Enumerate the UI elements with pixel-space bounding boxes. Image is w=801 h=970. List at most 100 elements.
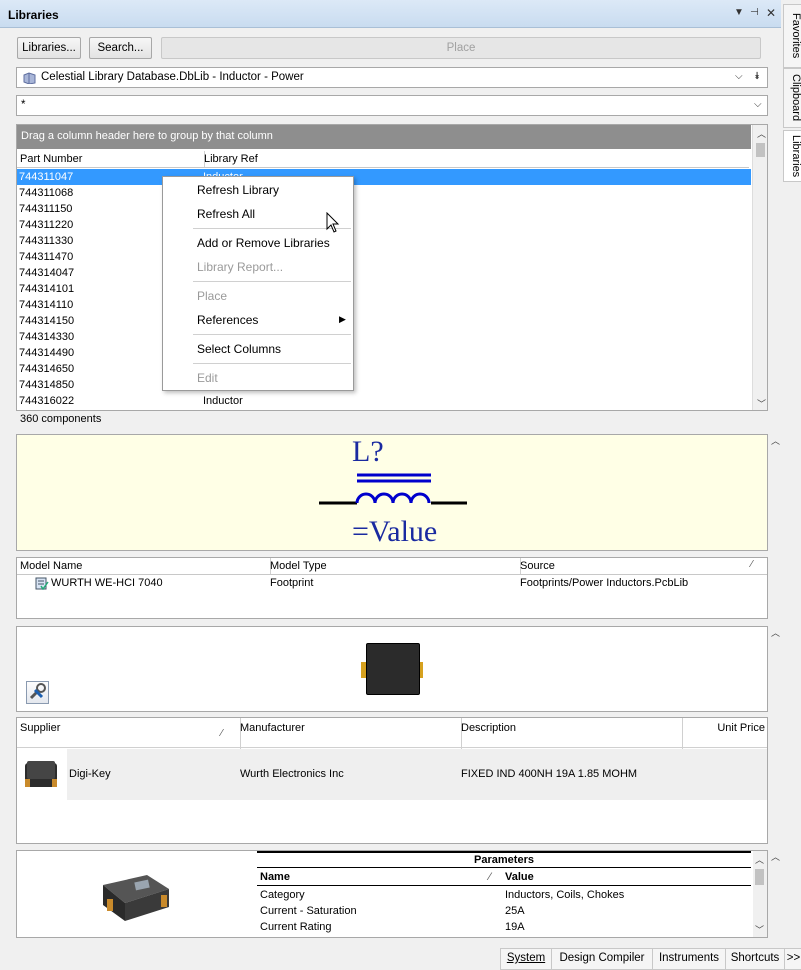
column-header-source[interactable]: Source [517, 558, 770, 574]
menu-item-library-report[interactable]: Library Report... [197, 258, 283, 276]
table-row[interactable]: 744311470 [17, 249, 73, 265]
menu-item-references[interactable]: References [197, 311, 258, 329]
bottom-tab-shortcuts[interactable]: Shortcuts [725, 948, 785, 970]
collapse-icon[interactable]: ︿ [771, 434, 780, 447]
submenu-arrow-icon: ▶ [339, 314, 346, 324]
column-header-supplier[interactable]: Supplier [17, 718, 241, 750]
parameter-row[interactable]: Current Rating 19A [257, 919, 751, 935]
table-row[interactable]: 744314490 [17, 345, 74, 361]
bottom-tab-instruments[interactable]: Instruments [652, 948, 726, 970]
table-row[interactable]: 744314047 [17, 265, 74, 281]
column-header-unit-price[interactable]: Unit Price [679, 718, 767, 748]
column-header-manufacturer[interactable]: Manufacturer [237, 718, 462, 750]
supplier-panel: Supplier ⁄ Manufacturer Description Unit… [16, 717, 768, 844]
parameter-row[interactable]: Category Inductors, Coils, Chokes [257, 887, 751, 903]
column-header-description[interactable]: Description [458, 718, 683, 750]
parameter-row[interactable]: Current - Saturation 25A [257, 903, 751, 919]
group-by-bar[interactable]: Drag a column header here to group by th… [17, 125, 751, 149]
column-header-value[interactable]: Value [505, 869, 534, 886]
inductor-symbol-icon [319, 473, 467, 505]
grid-scrollbar[interactable]: ︿ ﹀ [752, 125, 767, 410]
model-row[interactable]: WURTH WE-HCI 7040 Footprint Footprints/P… [17, 575, 767, 591]
footprint-preview [16, 626, 768, 712]
table-row[interactable]: 744314330 [17, 329, 74, 345]
scroll-thumb[interactable] [755, 869, 764, 885]
bottom-tab-system[interactable]: System [500, 948, 552, 970]
supplier-name: Digi-Key [69, 768, 111, 780]
supplier-row[interactable]: Digi-Key Wurth Electronics Inc FIXED IND… [17, 749, 767, 800]
libraries-button[interactable]: Libraries... [17, 37, 81, 59]
sort-icon: ⁄ [489, 871, 491, 883]
manufacturer-name: Wurth Electronics Inc [240, 768, 344, 780]
supplier-header: Supplier ⁄ Manufacturer Description Unit… [17, 718, 767, 750]
table-row[interactable]: 744316022 Inductor [17, 393, 751, 409]
parameters-scrollbar[interactable]: ︿ ﹀ [753, 851, 767, 937]
symbol-preview: L? =Value [16, 434, 768, 551]
table-row[interactable]: 744314101 [17, 281, 74, 297]
grid-header: Part Number Library Ref [17, 151, 753, 168]
chevron-down-icon[interactable]: ⌵ [754, 99, 762, 110]
scroll-down-icon[interactable]: ﹀ [757, 397, 766, 410]
context-menu: Refresh Library Refresh All Add or Remov… [162, 176, 354, 391]
table-row[interactable]: 744314110 [17, 297, 73, 313]
column-header-model-name[interactable]: Model Name [17, 558, 271, 574]
table-row[interactable]: 744311068 [17, 185, 73, 201]
parameter-name: Current Rating [260, 921, 332, 933]
scroll-down-icon[interactable]: ﹀ [755, 923, 764, 936]
library-select[interactable]: Celestial Library Database.DbLib - Induc… [16, 67, 768, 88]
sort-icon: ⁄ [751, 559, 753, 570]
scroll-up-icon[interactable]: ︿ [757, 127, 766, 140]
filter-value: * [21, 99, 26, 111]
menu-item-place[interactable]: Place [197, 287, 227, 305]
table-row[interactable]: 744314850 [17, 377, 74, 393]
panel-menu-icon[interactable]: ▼ [734, 7, 744, 18]
column-header-library-ref[interactable]: Library Ref [201, 151, 753, 167]
bottom-tab-more[interactable]: >> [784, 948, 801, 970]
parameters-title: Parameters [257, 851, 751, 868]
parameter-value: Inductors, Coils, Chokes [505, 889, 625, 901]
menu-item-add-remove-libraries[interactable]: Add or Remove Libraries [197, 234, 330, 252]
parameter-name: Category [260, 889, 305, 901]
bottom-tab-design-compiler[interactable]: Design Compiler [551, 948, 653, 970]
sort-icon: ⁄ [221, 728, 223, 739]
panel-title: Libraries [8, 8, 59, 22]
scroll-thumb[interactable] [756, 143, 765, 157]
parameters-table: Parameters Name ⁄ Value Category Inducto… [257, 851, 751, 937]
table-row[interactable]: 744311150 [17, 201, 72, 217]
library-menu-icon[interactable]: ⯯ [754, 71, 760, 82]
side-tab-libraries[interactable]: Libraries [783, 130, 801, 182]
models-header: Model Name Model Type Source ⁄ [17, 558, 767, 575]
close-icon[interactable]: ✕ [766, 6, 776, 20]
menu-item-select-columns[interactable]: Select Columns [197, 340, 281, 358]
side-tab-clipboard[interactable]: Clipboard [783, 68, 801, 128]
column-header-part-number[interactable]: Part Number [17, 151, 205, 167]
menu-item-refresh-library[interactable]: Refresh Library [197, 181, 279, 199]
scroll-up-icon[interactable]: ︿ [755, 853, 764, 866]
parameters-header: Name ⁄ Value [257, 869, 751, 886]
column-header-name[interactable]: Name [260, 869, 290, 886]
table-row[interactable]: 744314650 [17, 361, 74, 377]
side-tab-favorites[interactable]: Favorites [783, 4, 801, 68]
grid-rows: 744311047Inductor 744311068 744311150 74… [17, 169, 751, 409]
part-description: FIXED IND 400NH 19A 1.85 MOHM [461, 768, 638, 780]
model-name: WURTH WE-HCI 7040 [51, 577, 163, 589]
part-photo [17, 749, 67, 800]
table-row[interactable]: 744314150 [17, 313, 74, 329]
chevron-down-icon[interactable]: ⌵ [735, 71, 743, 82]
search-button[interactable]: Search... [89, 37, 152, 59]
panel-title-bar: Libraries ▼ ⊣ ✕ [0, 0, 781, 28]
filter-input[interactable]: * ⌵ [16, 95, 768, 116]
column-header-model-type[interactable]: Model Type [267, 558, 521, 574]
mouse-cursor-icon [326, 212, 340, 233]
models-panel: Model Name Model Type Source ⁄ WURTH WE-… [16, 557, 768, 619]
collapse-icon[interactable]: ︿ [771, 626, 780, 639]
table-row[interactable]: 744311047Inductor [17, 169, 751, 185]
table-row[interactable]: 744311220 [17, 217, 73, 233]
collapse-icon[interactable]: ︿ [771, 850, 780, 863]
pin-icon[interactable]: ⊣ [750, 7, 759, 18]
menu-item-edit[interactable]: Edit [197, 369, 218, 387]
table-row[interactable]: 744311330 [17, 233, 73, 249]
menu-item-refresh-all[interactable]: Refresh All [197, 205, 255, 223]
place-button[interactable]: Place [161, 37, 761, 59]
edit-footprint-icon[interactable] [26, 681, 49, 704]
